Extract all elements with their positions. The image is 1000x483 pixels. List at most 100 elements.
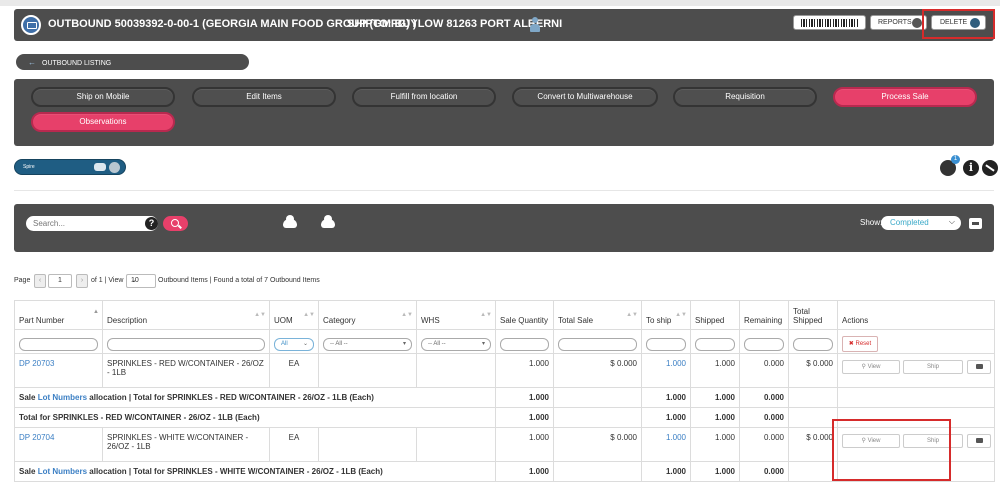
- uom-cell: EA: [269, 427, 319, 462]
- chevron-down-icon: ▾: [402, 340, 406, 347]
- process-sale-button[interactable]: Process Sale: [833, 87, 977, 107]
- prev-page-button[interactable]: ‹: [34, 274, 46, 288]
- view-count-select[interactable]: 10 ⌄: [126, 274, 156, 288]
- info-icon[interactable]: i: [963, 160, 979, 176]
- col-to-ship[interactable]: To ship ▲▼: [641, 300, 691, 330]
- close-icon[interactable]: [109, 162, 120, 173]
- lot-numbers-link[interactable]: Lot Numbers: [38, 467, 87, 476]
- sort-icon: ▲▼: [480, 312, 492, 318]
- total-sale-filter[interactable]: [558, 337, 637, 351]
- description-filter[interactable]: [107, 337, 265, 351]
- view-button[interactable]: ⚲ View: [842, 360, 900, 374]
- col-uom[interactable]: UOM ▲▼: [269, 300, 319, 330]
- sort-asc-icon: ▲: [93, 309, 99, 315]
- divider: [14, 190, 994, 191]
- col-total-sale[interactable]: Total Sale ▲▼: [553, 300, 642, 330]
- to-ship-link[interactable]: 1.000: [666, 359, 686, 368]
- alloc-remaining-cell: 0.000: [739, 461, 789, 482]
- col-actions: Actions: [837, 300, 995, 330]
- convert-multiwarehouse-button[interactable]: Convert to Multiwarehouse: [512, 87, 658, 107]
- whs-cell: [416, 353, 496, 388]
- part-number-filter[interactable]: [19, 337, 98, 351]
- category-filter[interactable]: -- All -- ▾: [323, 337, 412, 351]
- cloud-upload-icon[interactable]: [321, 215, 335, 228]
- spire-toggle[interactable]: Spire: [14, 159, 126, 175]
- cloud-download-icon[interactable]: [283, 215, 297, 228]
- alloc-to-ship-cell: 1.000: [641, 461, 691, 482]
- comment-icon[interactable]: [967, 360, 991, 374]
- description-cell: SPRINKLES - WHITE W/CONTAINER - 26/OZ - …: [102, 427, 270, 462]
- col-part-number[interactable]: Part Number ▲: [14, 300, 103, 330]
- uom-filter[interactable]: All ⌄: [274, 337, 314, 351]
- alloc-sale-cell: 1.000: [495, 461, 554, 482]
- col-description[interactable]: Description ▲▼: [102, 300, 270, 330]
- chevron-down-icon: ⌄: [302, 340, 308, 347]
- barcode-button[interactable]: [793, 15, 866, 30]
- alloc-sale-cell: 1.000: [495, 387, 554, 408]
- col-sale-quantity[interactable]: Sale Quantity: [495, 300, 554, 330]
- toolbar-icons: 1 i: [938, 155, 998, 178]
- col-total-shipped[interactable]: Total Shipped: [788, 300, 838, 330]
- sale-qty-cell: 1.000: [495, 427, 554, 462]
- sort-icon: ▲▼: [675, 312, 687, 318]
- col-shipped[interactable]: Shipped: [690, 300, 740, 330]
- sort-icon: ▲▼: [254, 312, 266, 318]
- ship-button[interactable]: Ship: [903, 360, 963, 374]
- highlight-box-ship: [832, 419, 951, 481]
- sale-quantity-filter[interactable]: [500, 337, 549, 351]
- spire-label: Spire: [23, 164, 35, 170]
- remaining-filter[interactable]: [744, 337, 784, 351]
- alloc-shipped-cell: 1.000: [690, 387, 740, 408]
- reset-button[interactable]: ✖ Reset: [842, 336, 878, 352]
- comment-icon[interactable]: [967, 434, 991, 448]
- page-label: Page: [14, 277, 31, 284]
- truck-icon: [21, 15, 41, 35]
- to-ship-link[interactable]: 1.000: [666, 433, 686, 442]
- category-cell: [318, 353, 417, 388]
- part-number-link[interactable]: DP 20704: [19, 433, 54, 442]
- whs-filter[interactable]: -- All -- ▾: [421, 337, 491, 351]
- col-category[interactable]: Category ▲▼: [318, 300, 417, 330]
- sale-qty-cell: 1.000: [495, 353, 554, 388]
- barcode-icon: [801, 19, 859, 27]
- next-page-button[interactable]: ›: [76, 274, 88, 288]
- observations-button[interactable]: Observations: [31, 112, 175, 132]
- reports-icon: [912, 18, 922, 28]
- row-actions: ⚲ View Ship: [842, 359, 991, 375]
- total-shipped-filter[interactable]: [793, 337, 833, 351]
- person-icon[interactable]: [529, 17, 541, 33]
- col-remaining[interactable]: Remaining: [739, 300, 789, 330]
- toggle-icon: [94, 163, 106, 171]
- requisition-button[interactable]: Requisition: [673, 87, 817, 107]
- chevron-down-icon: ▾: [481, 340, 485, 347]
- fulfill-from-location-button[interactable]: Fulfill from location: [352, 87, 496, 107]
- shipped-filter[interactable]: [695, 337, 735, 351]
- remaining-cell: 0.000: [739, 427, 789, 462]
- alloc-remaining-cell: 0.000: [739, 387, 789, 408]
- lot-numbers-link[interactable]: Lot Numbers: [38, 393, 87, 402]
- help-icon[interactable]: ?: [145, 217, 158, 230]
- top-strip: [0, 0, 1000, 6]
- tag-icon[interactable]: [982, 160, 998, 176]
- reports-button[interactable]: REPORTS: [870, 15, 927, 30]
- total-shipped-qty-cell: 1.000: [690, 407, 740, 428]
- alloc-to-ship-cell: 1.000: [641, 387, 691, 408]
- to-ship-filter[interactable]: [646, 337, 686, 351]
- search-button[interactable]: [163, 216, 188, 231]
- outbound-listing-link[interactable]: ← OUTBOUND LISTING: [16, 54, 249, 70]
- print-icon[interactable]: [969, 218, 982, 229]
- shipped-cell: 1.000: [690, 427, 740, 462]
- ship-on-mobile-button[interactable]: Ship on Mobile: [31, 87, 175, 107]
- page-number-input[interactable]: 1: [48, 274, 72, 288]
- part-number-link[interactable]: DP 20703: [19, 359, 54, 368]
- total-remaining-cell: 0.000: [739, 407, 789, 428]
- chevron-down-icon: ⌵: [948, 217, 955, 226]
- action-panel: Ship on Mobile Edit Items Fulfill from l…: [14, 79, 994, 146]
- search-input[interactable]: [26, 216, 158, 231]
- col-whs[interactable]: WHS ▲▼: [416, 300, 496, 330]
- show-filter-select[interactable]: Completed ⌵: [881, 216, 961, 230]
- edit-items-button[interactable]: Edit Items: [192, 87, 336, 107]
- total-to-ship-cell: 1.000: [641, 407, 691, 428]
- alloc-shipped-cell: 1.000: [690, 461, 740, 482]
- items-count-text: Outbound Items | Found a total of 7 Outb…: [158, 277, 320, 284]
